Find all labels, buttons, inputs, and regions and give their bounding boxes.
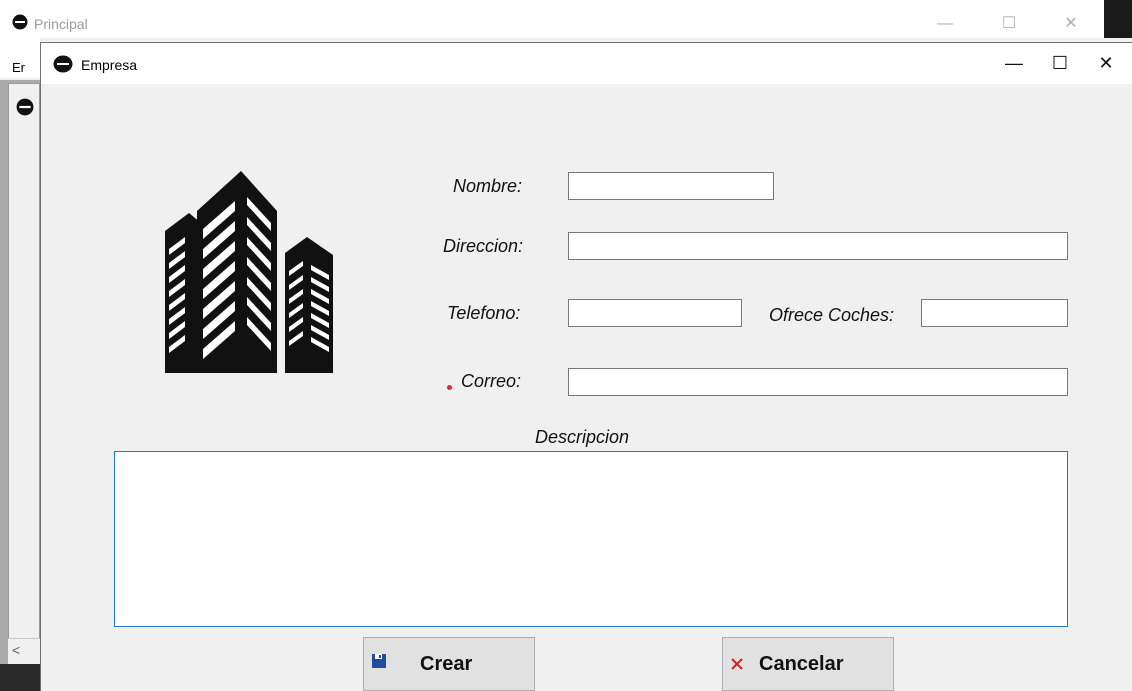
parent-close-button[interactable]: ✕ [1048,10,1094,38]
required-marker-icon [447,385,452,390]
dialog-minimize-button[interactable]: — [991,43,1037,83]
telefono-label: Telefono: [447,303,521,323]
crear-button[interactable]: Crear [363,637,535,691]
cancelar-button-label: Cancelar [759,653,844,675]
direccion-field[interactable] [568,232,1068,260]
ofrece-coches-label: Ofrece Coches: [769,305,895,325]
child-window-logo-icon [16,98,34,116]
dialog-title: Empresa [81,57,138,73]
ofrece-coches-field[interactable] [921,299,1068,327]
save-icon [372,654,386,668]
dialog-titlebar: Empresa — ☐ ✕ [41,43,1132,84]
direccion-label: Direccion: [443,236,524,256]
parent-edge-strip [1104,0,1132,38]
parent-child-window-edge [8,83,40,663]
app-logo-icon [53,55,73,73]
parent-titlebar: Principal — ☐ ✕ [0,0,1104,38]
dialog-empresa: Empresa — ☐ ✕ Nombre: Direccion: Telefon… [40,42,1132,691]
nombre-field[interactable] [568,172,774,200]
nombre-label: Nombre: [453,176,523,196]
dialog-close-button[interactable]: ✕ [1083,43,1129,83]
buildings-icon [165,171,333,373]
parent-window-title: Principal [34,16,88,32]
scroll-left-arrow-icon[interactable]: < [12,642,20,658]
parent-maximize-button[interactable]: ☐ [986,10,1032,38]
parent-bottom-strip [0,664,40,691]
crear-button-label: Crear [420,653,473,675]
correo-field[interactable] [568,368,1068,396]
dialog-maximize-button[interactable]: ☐ [1037,43,1083,83]
cancelar-button[interactable]: Cancelar [722,637,894,691]
parent-minimize-button[interactable]: — [922,10,968,38]
app-logo-icon [12,14,28,30]
telefono-field[interactable] [568,299,742,327]
parent-menu-item[interactable]: Er [12,60,25,75]
descripcion-textarea[interactable] [114,451,1068,627]
correo-label: Correo: [461,371,522,391]
descripcion-label: Descripcion [535,427,630,447]
close-icon [731,658,743,670]
